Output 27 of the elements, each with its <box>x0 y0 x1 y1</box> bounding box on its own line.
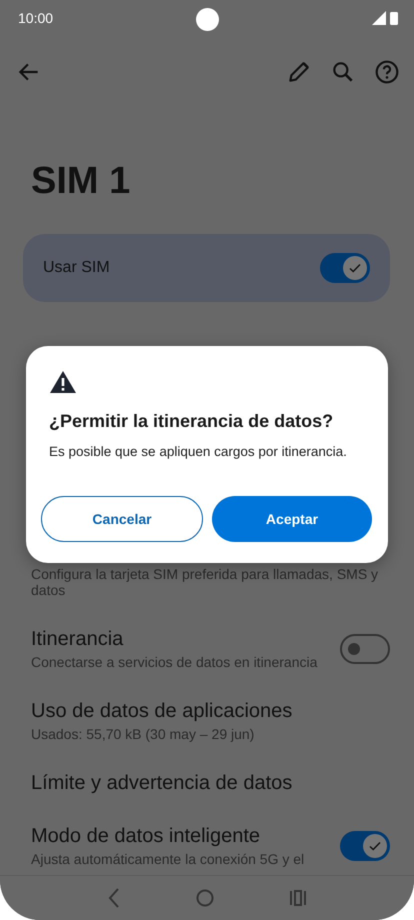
camera-cutout <box>196 8 219 31</box>
setting-title[interactable]: Límite y advertencia de datos <box>31 772 390 795</box>
accept-button[interactable]: Aceptar <box>212 496 372 542</box>
recent-apps-icon[interactable] <box>288 889 307 907</box>
setting-title[interactable]: Uso de datos de aplicaciones <box>31 700 390 723</box>
toggle-switch[interactable] <box>320 253 370 283</box>
setting-subtitle: Configura la tarjeta SIM preferida para llamadas, SMS y datos <box>31 566 380 598</box>
battery-icon <box>390 11 398 25</box>
dialog-title: ¿Permitir la itinerancia de datos? <box>49 411 334 432</box>
setting-subtitle: Ajusta automáticamente la conexión 5G y el <box>31 851 306 867</box>
dialog-message: Es posible que se apliquen cargos por itinerancia. <box>49 444 348 459</box>
warning-icon <box>49 370 77 394</box>
signal-icon <box>372 11 386 25</box>
toggle-switch[interactable] <box>340 831 390 861</box>
use-sim-label: Usar SIM <box>43 259 111 277</box>
back-icon[interactable] <box>107 887 122 909</box>
cancel-button[interactable]: Cancelar <box>41 496 203 542</box>
setting-title[interactable]: Modo de datos inteligente <box>31 825 340 848</box>
status-time: 10:00 <box>18 10 54 26</box>
home-icon[interactable] <box>196 889 214 907</box>
toggle-switch[interactable] <box>340 634 390 664</box>
page-title: SIM 1 <box>31 160 132 204</box>
use-sim-card[interactable]: Usar SIM <box>23 234 390 302</box>
setting-title[interactable]: Itinerancia <box>31 628 340 651</box>
setting-subtitle: Usados: 55,70 kB (30 may – 29 jun) <box>31 726 256 742</box>
setting-subtitle: Conectarse a servicios de datos en itinerancia <box>31 654 318 670</box>
help-icon[interactable] <box>374 59 400 85</box>
